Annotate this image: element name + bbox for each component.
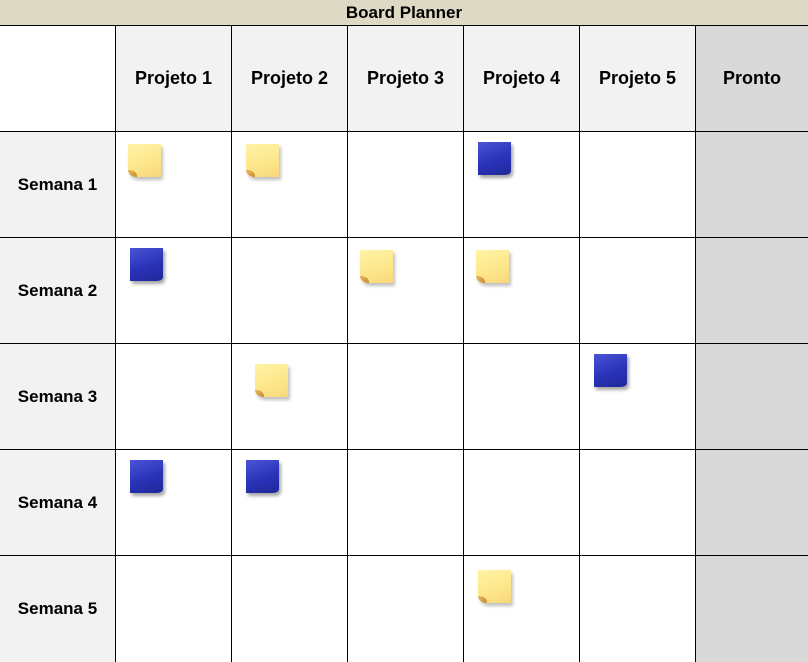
column-header-projeto-4: Projeto 4: [464, 26, 580, 132]
board-cell[interactable]: [348, 344, 464, 450]
sticky-note-blue[interactable]: [246, 460, 279, 493]
board-cell[interactable]: [464, 132, 580, 238]
board-cell[interactable]: [696, 450, 808, 556]
board-cell[interactable]: [580, 132, 696, 238]
sticky-note-blue[interactable]: [594, 354, 627, 387]
board-grid: Projeto 1 Projeto 2 Projeto 3 Projeto 4 …: [0, 26, 808, 662]
board-cell[interactable]: [464, 238, 580, 344]
row-header-semana-1: Semana 1: [0, 132, 116, 238]
board-cell[interactable]: [348, 238, 464, 344]
board-cell[interactable]: [348, 132, 464, 238]
board-cell[interactable]: [464, 344, 580, 450]
board-cell[interactable]: [116, 556, 232, 662]
sticky-note-yellow[interactable]: [255, 364, 288, 397]
row-header-semana-3: Semana 3: [0, 344, 116, 450]
board-cell[interactable]: [348, 556, 464, 662]
board-cell[interactable]: [696, 238, 808, 344]
board-cell[interactable]: [116, 450, 232, 556]
board-cell[interactable]: [116, 238, 232, 344]
board-cell[interactable]: [464, 450, 580, 556]
board-cell[interactable]: [696, 344, 808, 450]
board-cell[interactable]: [116, 344, 232, 450]
sticky-note-blue[interactable]: [478, 142, 511, 175]
board-cell[interactable]: [232, 556, 348, 662]
sticky-note-blue[interactable]: [130, 248, 163, 281]
board-cell[interactable]: [232, 450, 348, 556]
board-cell[interactable]: [232, 238, 348, 344]
board-title: Board Planner: [0, 0, 808, 26]
board-cell[interactable]: [348, 450, 464, 556]
row-header-semana-4: Semana 4: [0, 450, 116, 556]
sticky-note-yellow[interactable]: [476, 250, 509, 283]
row-header-semana-5: Semana 5: [0, 556, 116, 662]
column-header-projeto-1: Projeto 1: [116, 26, 232, 132]
board-cell[interactable]: [116, 132, 232, 238]
board-cell[interactable]: [232, 344, 348, 450]
row-header-semana-2: Semana 2: [0, 238, 116, 344]
board-cell[interactable]: [464, 556, 580, 662]
board-cell[interactable]: [580, 344, 696, 450]
column-header-projeto-3: Projeto 3: [348, 26, 464, 132]
sticky-note-yellow[interactable]: [478, 570, 511, 603]
corner-cell: [0, 26, 116, 132]
board-cell[interactable]: [696, 132, 808, 238]
board-cell[interactable]: [696, 556, 808, 662]
board-cell[interactable]: [580, 238, 696, 344]
sticky-note-yellow[interactable]: [246, 144, 279, 177]
sticky-note-yellow[interactable]: [360, 250, 393, 283]
column-header-pronto: Pronto: [696, 26, 808, 132]
board-cell[interactable]: [232, 132, 348, 238]
board-cell[interactable]: [580, 450, 696, 556]
sticky-note-blue[interactable]: [130, 460, 163, 493]
sticky-note-yellow[interactable]: [128, 144, 161, 177]
board-cell[interactable]: [580, 556, 696, 662]
column-header-projeto-2: Projeto 2: [232, 26, 348, 132]
column-header-projeto-5: Projeto 5: [580, 26, 696, 132]
